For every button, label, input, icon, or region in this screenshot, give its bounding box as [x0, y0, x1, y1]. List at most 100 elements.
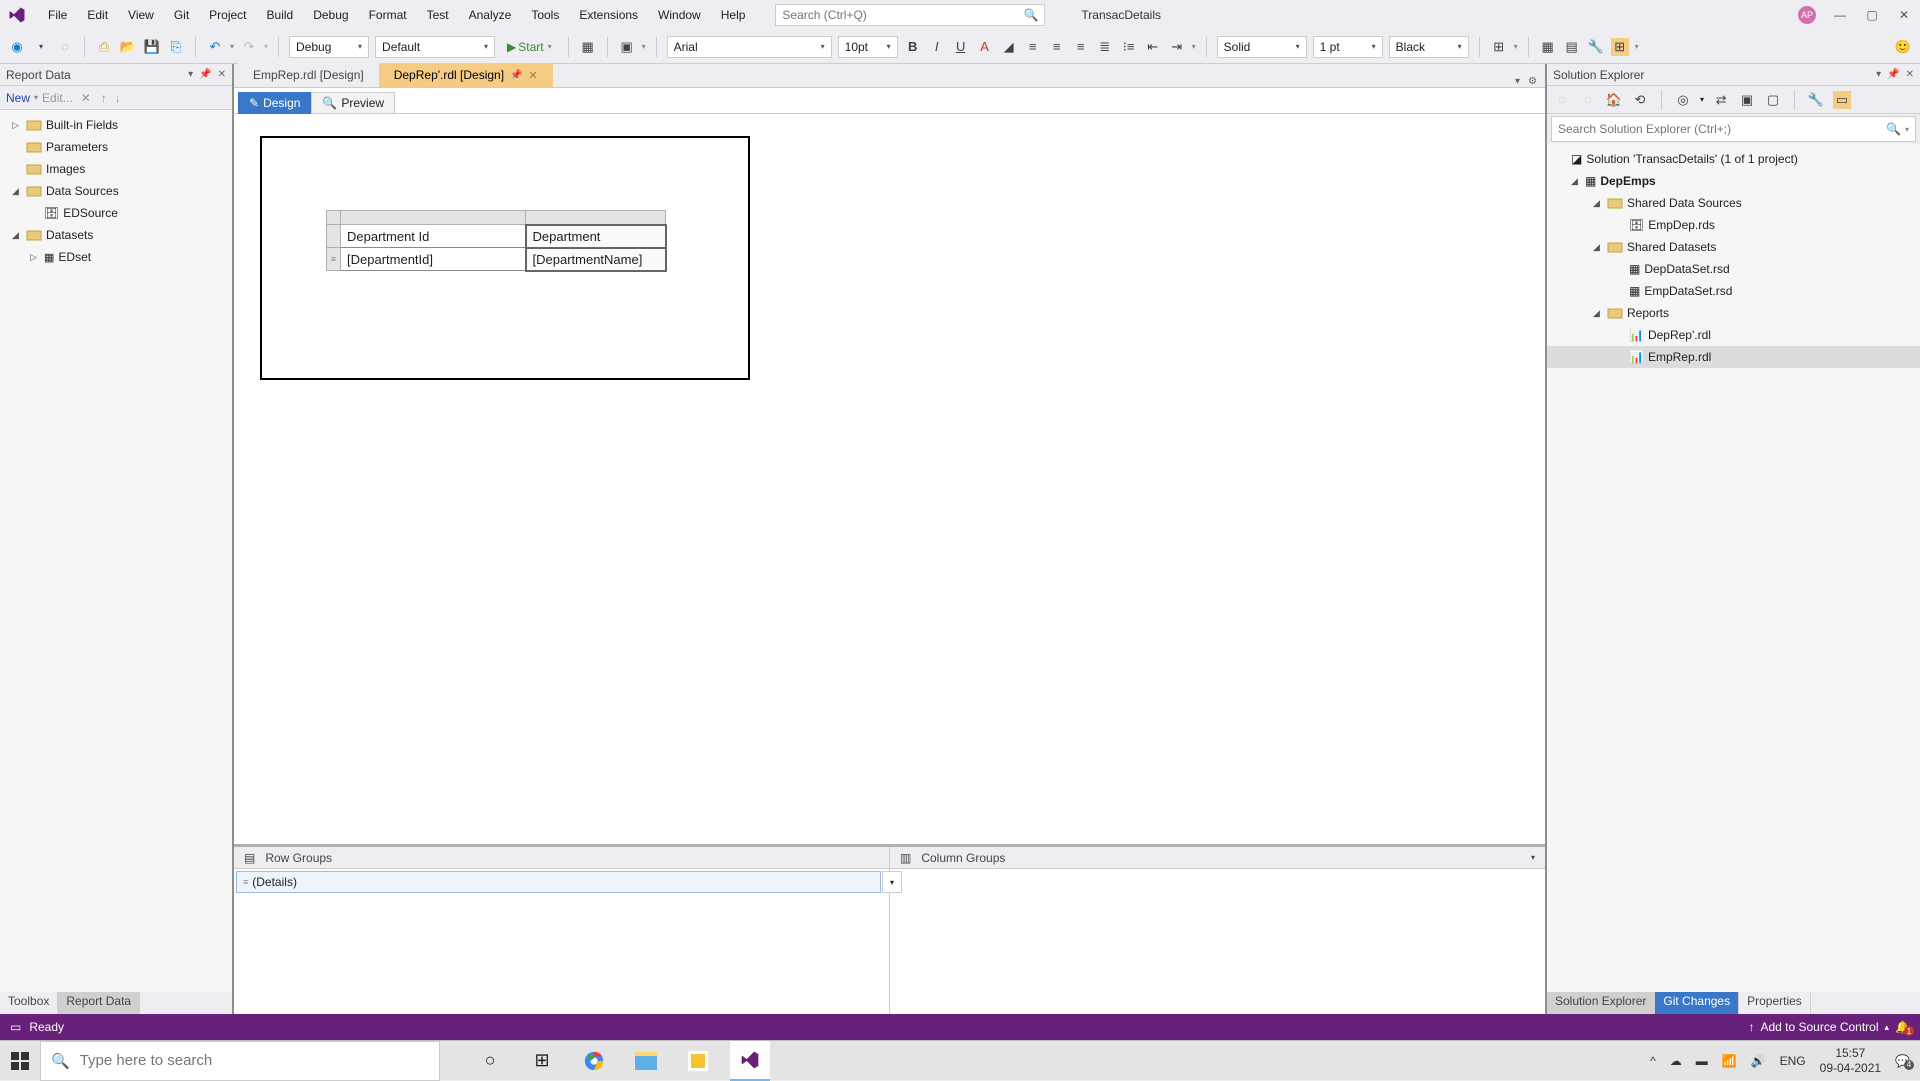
header-cell-1[interactable]: Department Id	[341, 225, 526, 248]
textbox-icon[interactable]: ▣	[618, 38, 636, 56]
solution-explorer-header[interactable]: Solution Explorer ▾ 📌 ✕	[1547, 64, 1920, 86]
back-nav-icon[interactable]: ◉	[8, 38, 26, 56]
menu-debug[interactable]: Debug	[303, 4, 358, 26]
move-up-icon[interactable]: ↑	[101, 91, 107, 105]
tree-images[interactable]: Images	[0, 158, 232, 180]
underline-icon[interactable]: U	[952, 38, 970, 56]
font-size-dropdown[interactable]: 10pt▾	[838, 36, 898, 58]
source-control-up-icon[interactable]: ↑	[1748, 1020, 1754, 1034]
se-refresh-icon[interactable]: ▣	[1738, 91, 1756, 109]
details-group[interactable]: ≡ (Details) ▾	[236, 871, 881, 893]
font-color-icon[interactable]: A	[976, 38, 994, 56]
se-scope-icon[interactable]: ◎	[1674, 91, 1692, 109]
tab-emprep[interactable]: EmpRep.rdl [Design]	[238, 63, 379, 87]
se-empdataset[interactable]: ▦ EmpDataSet.rsd	[1547, 280, 1920, 302]
tab-overflow-icon[interactable]: ▾	[1515, 76, 1520, 87]
toolbox-tab[interactable]: Toolbox	[0, 992, 58, 1014]
add-source-control[interactable]: Add to Source Control	[1760, 1020, 1878, 1034]
taskbar-clock[interactable]: 15:57 09-04-2021	[1820, 1046, 1881, 1075]
open-icon[interactable]: 📂	[119, 38, 137, 56]
align-left-icon[interactable]: ≡	[1024, 38, 1042, 56]
indent-icon[interactable]: ⇥	[1168, 38, 1186, 56]
panel-options-icon[interactable]: ▾	[188, 69, 193, 80]
menu-file[interactable]: File	[38, 4, 77, 26]
tab-deprep[interactable]: DepRep'.rdl [Design] 📌 ✕	[379, 63, 553, 87]
redo-icon[interactable]: ↷	[240, 38, 258, 56]
tablix-row-ruler-2[interactable]: ≡	[327, 248, 341, 271]
se-shared-datasets[interactable]: ◢ Shared Datasets	[1547, 236, 1920, 258]
new-project-icon[interactable]: ◌	[56, 38, 74, 56]
se-solution-node[interactable]: ◪ Solution 'TransacDetails' (1 of 1 proj…	[1547, 148, 1920, 170]
panel-options-icon[interactable]: ▾	[1876, 69, 1881, 80]
menu-view[interactable]: View	[118, 4, 164, 26]
menu-window[interactable]: Window	[648, 4, 711, 26]
user-avatar[interactable]: AP	[1798, 6, 1816, 24]
tree-edset[interactable]: ▷ ▦ EDset	[0, 246, 232, 268]
tray-chevron-icon[interactable]: ^	[1650, 1054, 1656, 1068]
border-width-dropdown[interactable]: 1 pt▾	[1313, 36, 1383, 58]
se-collapse-icon[interactable]: ▢	[1764, 91, 1782, 109]
report-data-tab[interactable]: Report Data	[58, 992, 140, 1014]
minimize-button[interactable]: —	[1832, 8, 1848, 22]
close-tab-icon[interactable]: ✕	[529, 69, 538, 82]
action-center-icon[interactable]: 💬4	[1895, 1054, 1910, 1068]
new-item-icon[interactable]: ⎙	[95, 38, 113, 56]
menu-build[interactable]: Build	[257, 4, 304, 26]
merge-icon[interactable]: ▦	[1539, 38, 1557, 56]
chrome-icon[interactable]	[574, 1041, 614, 1081]
bg-color-icon[interactable]: ◢	[1000, 38, 1018, 56]
menu-git[interactable]: Git	[164, 4, 199, 26]
panel-close-icon[interactable]: ✕	[1906, 69, 1914, 80]
design-surface[interactable]: Department Id Department ≡ [DepartmentId…	[234, 114, 1545, 844]
maximize-button[interactable]: ▢	[1864, 8, 1880, 22]
new-link[interactable]: New	[6, 91, 30, 105]
ruler-icon[interactable]: ⊞	[1611, 38, 1629, 56]
visual-studio-taskbar-icon[interactable]	[730, 1041, 770, 1081]
se-empdep-rds[interactable]: 🗄 EmpDep.rds	[1547, 214, 1920, 236]
data-cell-2[interactable]: [DepartmentName]	[526, 248, 666, 271]
design-subtab[interactable]: ✎ Design	[238, 92, 311, 114]
close-button[interactable]: ✕	[1896, 8, 1912, 22]
start-button[interactable]: ▶Start▾	[501, 40, 558, 54]
se-back-icon[interactable]: ◌	[1553, 91, 1571, 109]
borders-icon[interactable]: ⊞	[1490, 38, 1508, 56]
save-all-icon[interactable]: ⎘	[167, 38, 185, 56]
tab-settings-icon[interactable]: ⚙	[1528, 76, 1537, 87]
tablix-col-ruler-2[interactable]	[526, 211, 666, 225]
se-depdataset[interactable]: ▦ DepDataSet.rsd	[1547, 258, 1920, 280]
taskbar-search[interactable]: 🔍 Type here to search	[40, 1041, 440, 1081]
feedback-icon[interactable]: 🙂	[1894, 38, 1912, 56]
task-view-icon[interactable]: ⊞	[522, 1041, 562, 1081]
menu-format[interactable]: Format	[359, 4, 417, 26]
config-dropdown[interactable]: Debug▾	[289, 36, 369, 58]
forward-nav-icon[interactable]: ▾	[32, 38, 50, 56]
delete-icon[interactable]: ✕	[81, 91, 91, 105]
platform-dropdown[interactable]: Default▾	[375, 36, 495, 58]
tablix-corner[interactable]	[327, 211, 341, 225]
se-showall-icon[interactable]: ⇄	[1712, 91, 1730, 109]
source-control-chevron-icon[interactable]: ▴	[1885, 1022, 1890, 1033]
quick-search[interactable]: 🔍	[775, 4, 1045, 26]
solution-explorer-search[interactable]: 🔍 ▾	[1551, 116, 1916, 142]
start-button[interactable]	[0, 1041, 40, 1081]
volume-icon[interactable]: 🔊	[1751, 1054, 1766, 1068]
menu-extensions[interactable]: Extensions	[569, 4, 648, 26]
file-explorer-icon[interactable]	[626, 1041, 666, 1081]
se-home-icon[interactable]: 🏠	[1605, 91, 1623, 109]
header-cell-2[interactable]: Department	[526, 225, 666, 248]
onedrive-icon[interactable]: ☁	[1670, 1054, 1682, 1068]
split-icon[interactable]: ▤	[1563, 38, 1581, 56]
battery-icon[interactable]: ▬	[1696, 1054, 1708, 1068]
italic-icon[interactable]: I	[928, 38, 946, 56]
report-wizard-icon[interactable]: ▦	[579, 38, 597, 56]
properties-tab[interactable]: Properties	[1739, 992, 1811, 1014]
notifications-icon[interactable]: 🔔1	[1895, 1020, 1910, 1034]
solution-name-display[interactable]: TransacDetails	[1071, 8, 1171, 22]
move-down-icon[interactable]: ↓	[115, 91, 121, 105]
align-center-icon[interactable]: ≡	[1048, 38, 1066, 56]
se-search-input[interactable]	[1558, 122, 1886, 136]
tablix-col-ruler-1[interactable]	[341, 211, 526, 225]
menu-help[interactable]: Help	[711, 4, 756, 26]
cortana-icon[interactable]: ○	[470, 1041, 510, 1081]
pin-icon[interactable]: 📌	[199, 69, 211, 80]
